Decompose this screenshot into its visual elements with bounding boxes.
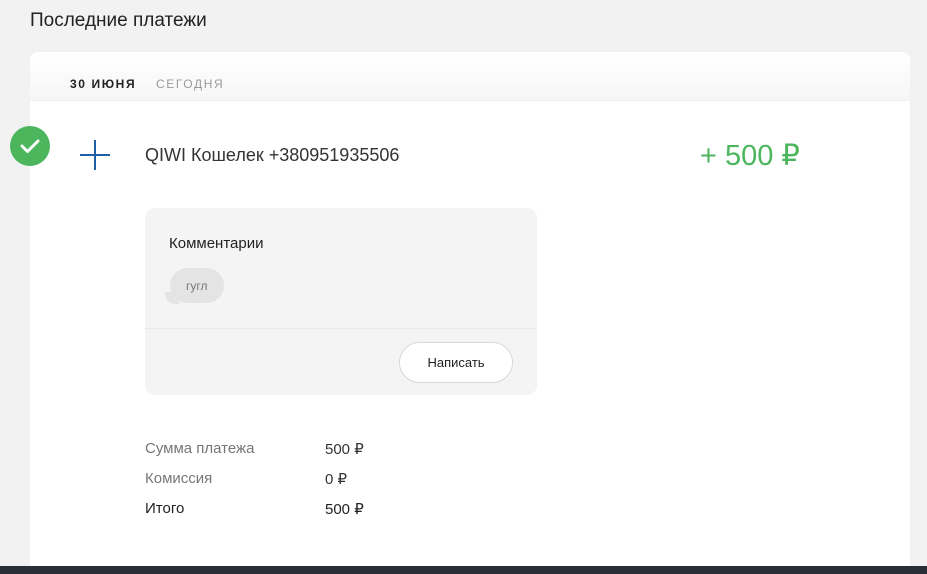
payment-amount: + 500 ₽ bbox=[700, 140, 800, 172]
comments-divider bbox=[145, 328, 537, 329]
detail-value-sum: 500 ₽ bbox=[325, 441, 364, 458]
comment-bubble: гугл bbox=[170, 268, 224, 303]
write-comment-button[interactable]: Написать bbox=[399, 342, 513, 383]
page-title: Последние платежи bbox=[30, 10, 207, 31]
check-icon bbox=[10, 126, 50, 166]
plus-icon bbox=[79, 139, 111, 171]
comments-title: Комментарии bbox=[169, 235, 264, 252]
detail-label-total: Итого bbox=[145, 500, 185, 517]
detail-value-fee: 0 ₽ bbox=[325, 471, 348, 488]
date-relative-label: СЕГОДНЯ bbox=[156, 77, 225, 91]
footer-bar bbox=[0, 566, 927, 574]
detail-label-fee: Комиссия bbox=[145, 470, 213, 487]
comments-panel: Комментарии гугл Написать bbox=[145, 208, 537, 395]
payee-name[interactable]: QIWI Кошелек +380951935506 bbox=[145, 145, 399, 166]
date-header: 30 ИЮНЯ СЕГОДНЯ bbox=[30, 52, 910, 101]
detail-value-total: 500 ₽ bbox=[325, 501, 364, 518]
date-label: 30 ИЮНЯ bbox=[70, 77, 137, 91]
detail-label-sum: Сумма платежа bbox=[145, 440, 255, 457]
